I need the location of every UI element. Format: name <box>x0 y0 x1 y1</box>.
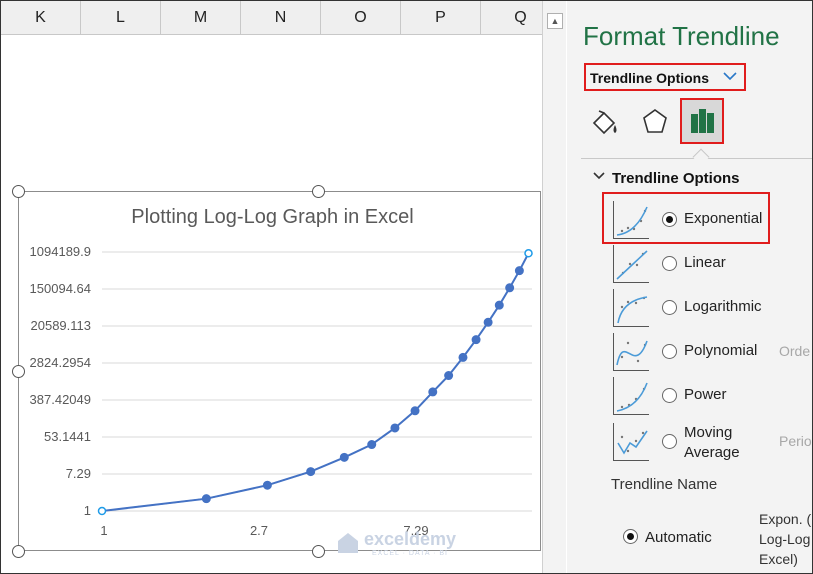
linear-trend-icon <box>613 245 649 283</box>
pane-title: Format Trendline <box>583 21 780 51</box>
option-polynomial[interactable]: Polynomial Orde <box>611 333 812 375</box>
resize-handle-top-mid[interactable] <box>312 185 325 198</box>
option-logarithmic[interactable]: Logarithmic <box>611 289 812 331</box>
chart-area[interactable] <box>18 191 541 551</box>
polynomial-trend-icon <box>613 333 649 371</box>
radio-automatic-name[interactable] <box>623 529 638 544</box>
trendline-options-bars-icon <box>691 109 714 133</box>
option-label-linear: Linear <box>684 254 726 271</box>
column-header-m[interactable]: M <box>161 1 241 35</box>
scroll-up-arrow-icon[interactable]: ▲ <box>547 13 563 29</box>
moving-average-line-1: Moving <box>684 424 733 441</box>
watermark-tagline: EXCEL · DATA · BI <box>372 550 448 557</box>
option-moving-average[interactable]: Moving Average Perio <box>611 423 812 465</box>
fill-line-icon <box>592 110 617 135</box>
radio-moving-average[interactable] <box>662 434 677 449</box>
option-label-logarithmic: Logarithmic <box>684 298 762 315</box>
tab-effects[interactable] <box>633 101 677 143</box>
column-header-o[interactable]: O <box>321 1 401 35</box>
moving-average-line-2: Average <box>684 444 740 461</box>
radio-exponential[interactable] <box>662 212 677 227</box>
column-header-l[interactable]: L <box>81 1 161 35</box>
radio-polynomial[interactable] <box>662 344 677 359</box>
option-exponential[interactable]: Exponential <box>611 201 812 243</box>
resize-handle-bottom-mid[interactable] <box>312 545 325 558</box>
tab-fill-line[interactable] <box>584 101 628 143</box>
radio-power[interactable] <box>662 388 677 403</box>
dropdown-label: Trendline Options <box>590 70 710 86</box>
automatic-name-value-line: Expon. ( <box>759 511 812 527</box>
resize-handle-mid-left[interactable] <box>12 365 25 378</box>
automatic-label[interactable]: Automatic <box>645 529 712 546</box>
trendline-options-dropdown[interactable]: Trendline Options <box>584 63 746 91</box>
tab-trendline-options[interactable] <box>680 98 724 144</box>
exponential-trend-icon <box>613 201 649 239</box>
option-label-polynomial: Polynomial <box>684 342 758 359</box>
period-label: Perio <box>779 433 812 449</box>
watermark: exceldemy EXCEL · DATA · BI <box>334 527 484 562</box>
column-header-p[interactable]: P <box>401 1 481 35</box>
option-label-moving-average: Moving Average <box>684 423 740 463</box>
radio-linear[interactable] <box>662 256 677 271</box>
trendline-name-label: Trendline Name <box>611 476 718 493</box>
logarithmic-trend-icon <box>613 289 649 327</box>
power-trend-icon <box>613 377 649 415</box>
effects-pentagon-icon <box>643 109 667 133</box>
section-chevron-icon[interactable] <box>593 170 605 184</box>
option-linear[interactable]: Linear <box>611 245 812 287</box>
resize-handle-top-left[interactable] <box>12 185 25 198</box>
automatic-name-value-line: Log-Log <box>759 531 811 547</box>
format-trendline-pane: Format Trendline Trendline Options Trend… <box>567 1 812 573</box>
column-headers: K L M N O P Q <box>1 1 561 35</box>
section-title[interactable]: Trendline Options <box>612 170 740 187</box>
order-label: Orde <box>779 343 811 359</box>
tab-indicator <box>692 148 710 166</box>
sheet-scrollbar[interactable]: ▲ <box>542 1 566 573</box>
chevron-down-icon <box>723 69 737 84</box>
option-power[interactable]: Power <box>611 377 812 419</box>
radio-logarithmic[interactable] <box>662 300 677 315</box>
watermark-logo: exceldemy EXCEL · DATA · BI <box>338 529 456 557</box>
option-label-exponential: Exponential <box>684 210 763 227</box>
column-header-n[interactable]: N <box>241 1 321 35</box>
column-header-k[interactable]: K <box>1 1 81 35</box>
window: K L M N O P Q Plotting Log-Log Graph in … <box>0 0 813 574</box>
chart-title[interactable]: Plotting Log-Log Graph in Excel <box>1 206 544 229</box>
option-label-power: Power <box>684 386 727 403</box>
automatic-name-value-line: Excel) <box>759 551 798 567</box>
moving-average-trend-icon <box>613 423 649 461</box>
resize-handle-bottom-left[interactable] <box>12 545 25 558</box>
spreadsheet-area[interactable]: K L M N O P Q Plotting Log-Log Graph in … <box>1 1 561 573</box>
watermark-name: exceldemy <box>364 529 456 549</box>
automatic-name-value: Expon. ( Log-Log Excel) <box>759 509 812 569</box>
